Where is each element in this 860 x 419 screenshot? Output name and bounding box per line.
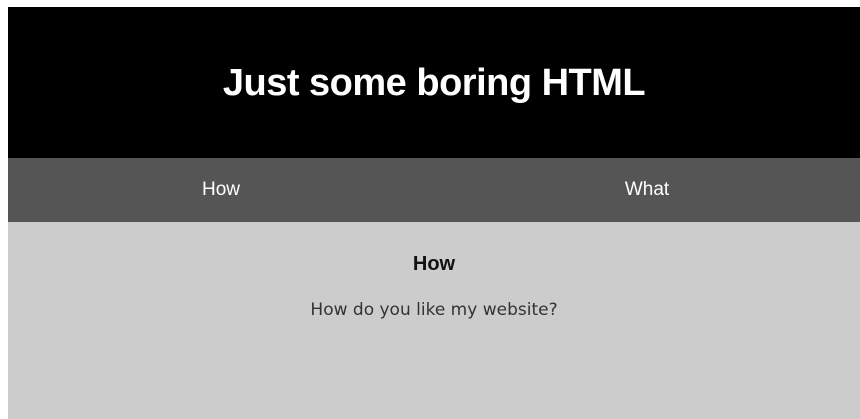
site-nav: How What — [8, 158, 860, 222]
site-title: Just some boring HTML — [222, 62, 646, 104]
content-heading: How — [412, 253, 456, 275]
page: Just some boring HTML How What How How d… — [8, 7, 860, 419]
nav-link-how[interactable]: How — [8, 158, 434, 222]
site-header: Just some boring HTML — [8, 7, 860, 158]
content-text: How do you like my website? — [310, 300, 558, 320]
content-section: How How do you like my website? — [8, 222, 860, 419]
nav-link-what[interactable]: What — [434, 158, 860, 222]
